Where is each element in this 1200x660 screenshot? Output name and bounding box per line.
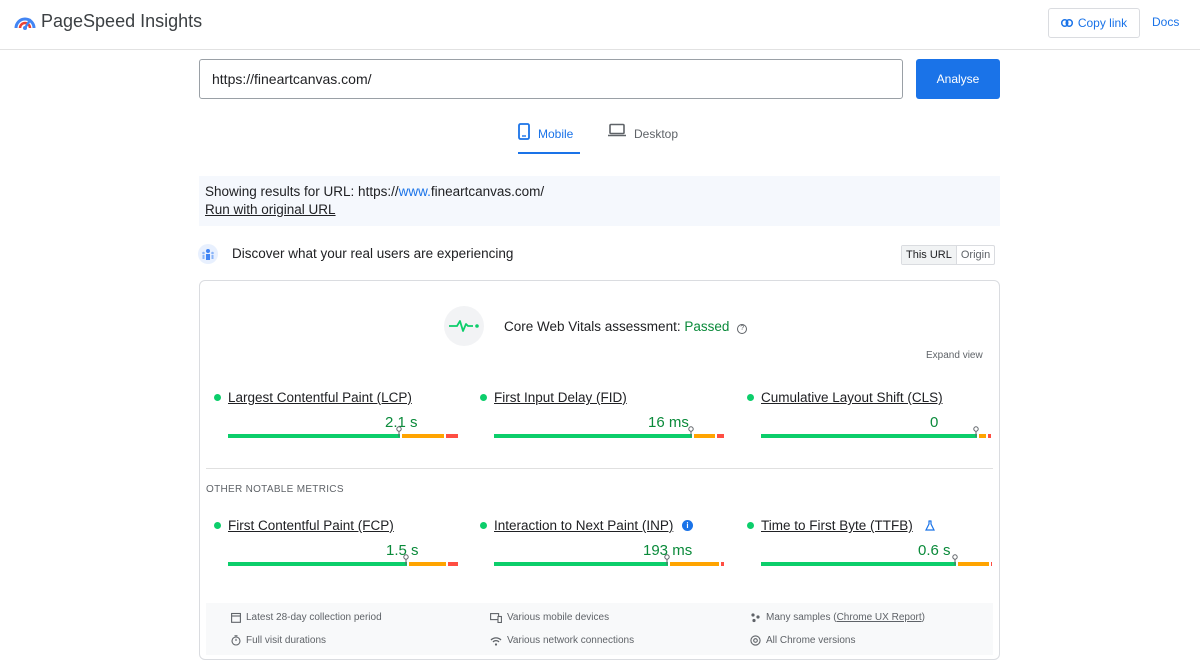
toggle-this-url[interactable]: This URL bbox=[902, 246, 957, 264]
metric-fcp: First Contentful Paint (FCP) 1.5 s bbox=[214, 518, 460, 574]
desktop-laptop-icon bbox=[608, 123, 626, 137]
p75-marker-icon bbox=[688, 426, 694, 437]
chrome-ux-report-link[interactable]: Chrome UX Report bbox=[837, 612, 922, 623]
metric-name-link[interactable]: Largest Contentful Paint (LCP) bbox=[228, 390, 412, 405]
copy-link-label: Copy link bbox=[1078, 16, 1127, 30]
heartbeat-icon bbox=[444, 306, 484, 346]
poor-segment bbox=[446, 434, 458, 438]
metric-name-link[interactable]: First Contentful Paint (FCP) bbox=[228, 518, 394, 533]
needs-improvement-segment bbox=[670, 562, 719, 566]
top-bar: PageSpeed Insights Copy link Docs bbox=[0, 0, 1200, 50]
p75-marker-icon bbox=[396, 426, 402, 437]
metric-lcp: Largest Contentful Paint (LCP) 2.1 s bbox=[214, 390, 460, 446]
good-segment bbox=[228, 562, 407, 566]
poor-segment bbox=[448, 562, 458, 566]
link-icon bbox=[1061, 19, 1073, 27]
p75-marker-icon bbox=[403, 554, 409, 565]
copy-link-button[interactable]: Copy link bbox=[1048, 8, 1140, 38]
info-icon[interactable]: i bbox=[682, 520, 693, 531]
fact-durations: Full visit durations bbox=[231, 635, 326, 646]
p75-marker-icon bbox=[952, 554, 958, 565]
status-dot bbox=[214, 522, 221, 529]
status-dot bbox=[480, 394, 487, 401]
calendar-icon bbox=[231, 612, 241, 623]
needs-improvement-segment bbox=[979, 434, 986, 438]
status-dot bbox=[480, 522, 487, 529]
fact-chrome: All Chrome versions bbox=[750, 635, 855, 646]
redirect-notice: Showing results for URL: https://www.fin… bbox=[199, 176, 1000, 226]
status-dot bbox=[747, 522, 754, 529]
samples-icon bbox=[750, 612, 761, 623]
metric-cls: Cumulative Layout Shift (CLS) 0 bbox=[747, 390, 993, 446]
metric-name-link[interactable]: First Input Delay (FID) bbox=[494, 390, 627, 405]
fact-period: Latest 28-day collection period bbox=[231, 612, 382, 623]
analyse-button[interactable]: Analyse bbox=[916, 59, 1000, 99]
poor-segment bbox=[721, 562, 724, 566]
app-title: PageSpeed Insights bbox=[41, 11, 202, 32]
fact-devices: Various mobile devices bbox=[490, 612, 609, 623]
needs-improvement-segment bbox=[694, 434, 715, 438]
toggle-origin[interactable]: Origin bbox=[957, 246, 994, 264]
fact-samples: Many samples (Chrome UX Report) bbox=[750, 612, 925, 623]
help-icon[interactable]: ? bbox=[737, 324, 747, 334]
good-segment bbox=[228, 434, 400, 438]
tab-mobile[interactable]: Mobile bbox=[518, 120, 580, 154]
needs-improvement-segment bbox=[409, 562, 446, 566]
chrome-icon bbox=[750, 635, 761, 646]
metric-value: 0.6 s bbox=[918, 542, 951, 559]
wifi-icon bbox=[490, 636, 502, 646]
discover-heading: Discover what your real users are experi… bbox=[232, 246, 513, 261]
url-origin-toggle: This URL Origin bbox=[901, 245, 995, 265]
tab-desktop-label: Desktop bbox=[634, 127, 678, 141]
pagespeed-logo-icon bbox=[14, 12, 36, 32]
metric-name-link[interactable]: Cumulative Layout Shift (CLS) bbox=[761, 390, 943, 405]
poor-segment bbox=[988, 434, 991, 438]
metric-name-link[interactable]: Time to First Byte (TTFB) bbox=[761, 518, 913, 533]
status-dot bbox=[214, 394, 221, 401]
cwv-status: Passed bbox=[684, 319, 729, 334]
docs-link[interactable]: Docs bbox=[1152, 15, 1179, 29]
showing-results-text: Showing results for URL: https://www.fin… bbox=[205, 184, 994, 199]
good-segment bbox=[761, 562, 956, 566]
collection-facts bbox=[206, 603, 993, 655]
status-dot bbox=[747, 394, 754, 401]
tab-desktop[interactable]: Desktop bbox=[608, 120, 688, 154]
metric-name-link[interactable]: Interaction to Next Paint (INP) bbox=[494, 518, 673, 533]
metric-inp: Interaction to Next Paint (INP) i 193 ms bbox=[480, 518, 726, 574]
good-segment bbox=[761, 434, 977, 438]
good-segment bbox=[494, 434, 692, 438]
distribution-bar bbox=[494, 562, 726, 566]
distribution-bar bbox=[228, 434, 460, 438]
devices-icon bbox=[490, 613, 502, 623]
poor-segment bbox=[717, 434, 724, 438]
fact-network: Various network connections bbox=[490, 635, 634, 646]
distribution-bar bbox=[228, 562, 460, 566]
metric-value: 0 bbox=[930, 414, 938, 431]
url-input[interactable] bbox=[199, 59, 903, 99]
run-original-url-link[interactable]: Run with original URL bbox=[205, 202, 336, 217]
tab-mobile-label: Mobile bbox=[538, 127, 573, 141]
mobile-phone-icon bbox=[518, 123, 530, 140]
section-divider bbox=[206, 468, 993, 469]
expand-view-link[interactable]: Expand view bbox=[926, 350, 983, 361]
needs-improvement-segment bbox=[958, 562, 988, 566]
metric-fid: First Input Delay (FID) 16 ms bbox=[480, 390, 726, 446]
distribution-bar bbox=[761, 434, 993, 438]
stopwatch-icon bbox=[231, 635, 241, 646]
other-metrics-heading: OTHER NOTABLE METRICS bbox=[206, 484, 344, 495]
cwv-assessment: Core Web Vitals assessment: Passed ? bbox=[504, 319, 747, 334]
experimental-flask-icon bbox=[925, 520, 935, 531]
p75-marker-icon bbox=[664, 554, 670, 565]
needs-improvement-segment bbox=[402, 434, 444, 438]
distribution-bar bbox=[761, 562, 993, 566]
metric-ttfb: Time to First Byte (TTFB) 0.6 s bbox=[747, 518, 993, 574]
users-icon bbox=[198, 244, 218, 264]
p75-marker-icon bbox=[973, 426, 979, 437]
metric-value: 16 ms bbox=[648, 414, 689, 431]
good-segment bbox=[494, 562, 668, 566]
